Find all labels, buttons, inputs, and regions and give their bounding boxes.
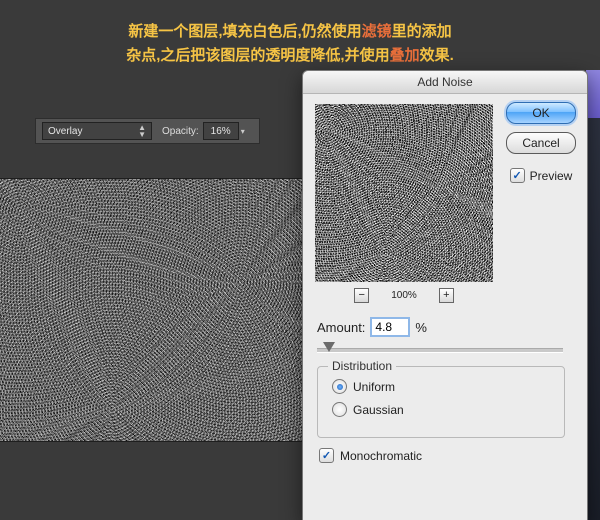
monochromatic-label: Monochromatic <box>340 449 422 463</box>
distribution-group: Distribution Uniform Gaussian <box>317 366 565 438</box>
dialog-titlebar[interactable]: Add Noise <box>303 71 587 94</box>
uniform-label: Uniform <box>353 380 395 394</box>
opacity-flyout-icon[interactable]: ▾ <box>241 127 245 136</box>
caption-accent: 滤镜 <box>362 23 392 40</box>
preview-checkbox-row[interactable]: Preview <box>510 168 573 183</box>
amount-label: Amount: <box>317 320 365 335</box>
noise-preview[interactable] <box>315 104 493 282</box>
zoom-controls: − 100% + <box>315 288 493 303</box>
gaussian-label: Gaussian <box>353 403 404 417</box>
gaussian-radio[interactable] <box>332 402 347 417</box>
slider-track <box>317 348 563 353</box>
monochromatic-checkbox[interactable] <box>319 448 334 463</box>
panel-strip <box>586 118 600 520</box>
uniform-radio-row[interactable]: Uniform <box>332 379 404 394</box>
monochromatic-row[interactable]: Monochromatic <box>319 448 422 463</box>
opacity-input[interactable]: 16% <box>203 122 239 140</box>
distribution-legend: Distribution <box>328 359 396 373</box>
caption-seg: 里的添加 <box>392 23 452 40</box>
caption-seg: 效果. <box>420 47 454 64</box>
background-app-sliver <box>586 70 600 118</box>
caption-accent: 叠加 <box>390 47 420 64</box>
options-bar: Overlay ▲▼ Opacity: 16% ▾ <box>35 118 260 144</box>
amount-slider[interactable] <box>317 342 563 356</box>
zoom-in-button[interactable]: + <box>439 288 454 303</box>
ok-button[interactable]: OK <box>506 102 576 124</box>
zoom-out-button[interactable]: − <box>354 288 369 303</box>
caption-text: 新建一个图层,填充白色后,仍然使用滤镜里的添加 杂点,之后把该图层的透明度降低,… <box>0 20 580 68</box>
add-noise-dialog: Add Noise − 100% + OK Cancel Preview Amo… <box>302 70 588 520</box>
slider-thumb[interactable] <box>323 342 335 352</box>
cancel-button[interactable]: Cancel <box>506 132 576 154</box>
uniform-radio[interactable] <box>332 379 347 394</box>
dialog-title: Add Noise <box>417 75 472 89</box>
dialog-body: − 100% + OK Cancel Preview Amount: % <box>303 94 587 114</box>
dialog-button-column: OK Cancel Preview <box>505 102 577 183</box>
caption-seg: 新建一个图层,填充白色后,仍然使用 <box>128 23 361 40</box>
opacity-label: Opacity: <box>162 126 199 137</box>
gaussian-radio-row[interactable]: Gaussian <box>332 402 404 417</box>
canvas-preview[interactable] <box>0 178 318 442</box>
preview-checkbox[interactable] <box>510 168 525 183</box>
blend-mode-value: Overlay <box>48 126 82 137</box>
caption-seg: 杂点,之后把该图层的透明度降低,并使用 <box>126 47 389 64</box>
tutorial-stage: 新建一个图层,填充白色后,仍然使用滤镜里的添加 杂点,之后把该图层的透明度降低,… <box>0 0 600 520</box>
zoom-percent: 100% <box>391 290 417 301</box>
amount-unit: % <box>415 320 427 335</box>
blend-mode-select[interactable]: Overlay ▲▼ <box>42 122 152 140</box>
select-arrows-icon: ▲▼ <box>138 124 146 138</box>
preview-checkbox-label: Preview <box>530 169 573 183</box>
amount-input[interactable] <box>371 318 409 336</box>
amount-row: Amount: % <box>317 318 427 336</box>
